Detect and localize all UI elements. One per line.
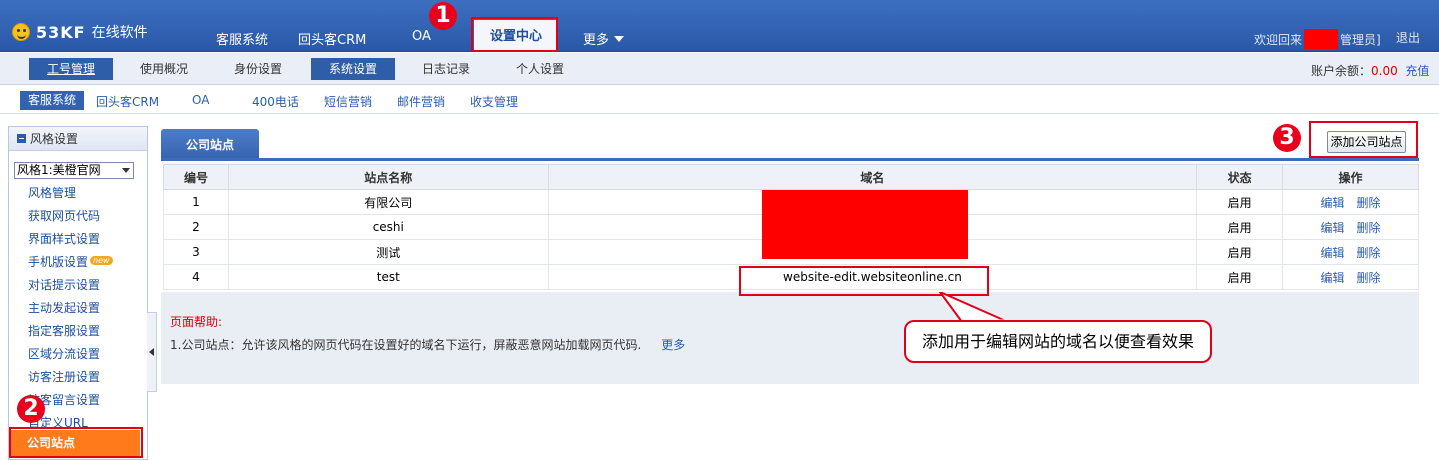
column-header-actions: 操作 [1282, 164, 1419, 190]
cell-id: 3 [163, 239, 229, 265]
cell-status: 启用 [1196, 264, 1284, 290]
sidebar-item-style-management[interactable]: 风格管理 [28, 184, 76, 201]
sidebar-item-ui-style[interactable]: 界面样式设置 [28, 230, 100, 247]
column-header-id: 编号 [163, 164, 229, 190]
product-400-phone[interactable]: 400电话 [252, 93, 299, 110]
recharge-link[interactable]: 充值 [1405, 64, 1429, 78]
chevron-down-icon [122, 168, 130, 173]
cell-name: 测试 [227, 239, 549, 265]
cell-id: 4 [163, 264, 229, 290]
new-badge: new [90, 256, 113, 265]
tab-underline [161, 158, 1419, 161]
cell-id: 2 [163, 214, 229, 240]
tab-personal-settings[interactable]: 个人设置 [504, 58, 576, 80]
balance-value: 0.00 [1371, 64, 1398, 78]
nav-crm[interactable]: 回头客CRM [298, 29, 366, 48]
tab-usage-overview[interactable]: 使用概况 [128, 58, 200, 80]
cell-status: 启用 [1196, 189, 1284, 215]
logo: 53KF 在线软件 [12, 22, 148, 42]
cell-status: 启用 [1196, 239, 1284, 265]
chevron-down-icon [614, 36, 625, 42]
product-customer-service[interactable]: 客服系统 [20, 91, 84, 110]
cell-id: 1 [163, 189, 229, 215]
nav-oa[interactable]: OA [412, 29, 431, 44]
collapse-minus-icon[interactable] [17, 134, 26, 143]
help-text: 1.公司站点：允许该风格的网页代码在设置好的域名下运行，屏蔽恶意网站加载网页代码… [170, 336, 685, 353]
logout-link[interactable]: 退出 [1396, 29, 1420, 46]
column-header-status: 状态 [1196, 164, 1284, 190]
cell-name: test [227, 264, 549, 290]
welcome-suffix: 管理员] [1340, 32, 1381, 47]
redacted-domains [762, 190, 968, 259]
product-sms-marketing[interactable]: 短信营销 [324, 93, 372, 110]
nav-more[interactable]: 更多 [583, 29, 625, 48]
tab-agent-management[interactable]: 工号管理 [29, 58, 113, 80]
sidebar-header[interactable]: 风格设置 [9, 127, 147, 151]
welcome-text: 欢迎回来 管理员] [1254, 29, 1381, 49]
delete-link[interactable]: 删除 [1357, 246, 1381, 260]
help-body: 1.公司站点：允许该风格的网页代码在设置好的域名下运行，屏蔽恶意网站加载网页代码… [170, 338, 642, 352]
cell-actions: 编辑 删除 [1282, 214, 1419, 240]
delete-link[interactable]: 删除 [1357, 271, 1381, 285]
sidebar-item-proactive-invite[interactable]: 主动发起设置 [28, 299, 100, 316]
step-marker-2: 2 [17, 395, 45, 423]
highlight-add-button [1309, 121, 1418, 158]
style-select-value: 风格1:美橙官网 [17, 163, 101, 177]
product-bar: 回头客CRM OA 400电话 短信营销 邮件营销 收支管理 [0, 86, 1439, 114]
page-help: 页面帮助: 1.公司站点：允许该风格的网页代码在设置好的域名下运行，屏蔽恶意网站… [161, 292, 1419, 384]
edit-link[interactable]: 编辑 [1321, 221, 1345, 235]
sidebar-item-assign-agent[interactable]: 指定客服设置 [28, 322, 100, 339]
sidebar-item-dialog-prompt[interactable]: 对话提示设置 [28, 276, 100, 293]
table-header-row: 编号 站点名称 域名 状态 操作 [163, 164, 1419, 190]
cell-actions: 编辑 删除 [1282, 264, 1419, 290]
column-header-name: 站点名称 [227, 164, 549, 190]
edit-link[interactable]: 编辑 [1321, 246, 1345, 260]
account-balance: 账户余额：0.00 充值 [1311, 62, 1429, 79]
step-marker-3: 3 [1273, 124, 1301, 152]
style-select[interactable]: 风格1:美橙官网 [14, 162, 134, 179]
step-marker-1: 1 [429, 2, 457, 30]
delete-link[interactable]: 删除 [1357, 196, 1381, 210]
highlight-company-sites [9, 427, 143, 458]
smiley-logo-icon [12, 23, 30, 41]
sidebar-title: 风格设置 [30, 132, 79, 146]
tab-system-settings[interactable]: 系统设置 [311, 58, 395, 80]
cell-name: ceshi [227, 214, 549, 240]
redacted-username [1304, 29, 1339, 49]
help-title: 页面帮助: [170, 315, 223, 329]
annotation-callout: 添加用于编辑网站的域名以便查看效果 [904, 320, 1212, 363]
chevron-left-icon [149, 348, 154, 356]
sidebar-item-mobile[interactable]: 手机版设置 new [28, 253, 113, 270]
cell-actions: 编辑 删除 [1282, 239, 1419, 265]
help-more-link[interactable]: 更多 [661, 338, 685, 352]
edit-link[interactable]: 编辑 [1321, 196, 1345, 210]
tab-company-sites[interactable]: 公司站点 [161, 129, 259, 159]
sidebar-item-visitor-registration[interactable]: 访客注册设置 [28, 368, 100, 385]
cell-status: 启用 [1196, 214, 1284, 240]
product-crm[interactable]: 回头客CRM [96, 93, 159, 110]
cell-actions: 编辑 删除 [1282, 189, 1419, 215]
logo-subtitle: 在线软件 [91, 25, 148, 41]
column-header-domain: 域名 [547, 164, 1198, 190]
sidebar-collapse-handle[interactable] [147, 312, 157, 392]
cell-name: 有限公司 [227, 189, 549, 215]
sidebar-item-mobile-label: 手机版设置 [28, 255, 89, 269]
sidebar-item-region-routing[interactable]: 区域分流设置 [28, 345, 100, 362]
sub-navbar: 工号管理 使用概况 身份设置 系统设置 日志记录 个人设置 [0, 53, 1439, 85]
nav-customer-service[interactable]: 客服系统 [216, 29, 268, 48]
logo-name: 53KF [36, 22, 86, 42]
welcome-prefix: 欢迎回来 [1254, 32, 1303, 47]
tab-identity-settings[interactable]: 身份设置 [222, 58, 294, 80]
product-email-marketing[interactable]: 邮件营销 [397, 93, 445, 110]
highlight-settings-center [471, 17, 558, 52]
edit-link[interactable]: 编辑 [1321, 271, 1345, 285]
nav-more-label: 更多 [583, 33, 610, 48]
balance-label: 账户余额： [1311, 64, 1372, 78]
top-navbar: 53KF 在线软件 客服系统 回头客CRM OA 更多 欢迎回来 管理员] 退出 [0, 0, 1439, 52]
product-oa[interactable]: OA [192, 93, 209, 107]
tab-logs[interactable]: 日志记录 [410, 58, 482, 80]
sidebar-item-get-code[interactable]: 获取网页代码 [28, 207, 100, 224]
delete-link[interactable]: 删除 [1357, 221, 1381, 235]
product-finance[interactable]: 收支管理 [470, 93, 518, 110]
